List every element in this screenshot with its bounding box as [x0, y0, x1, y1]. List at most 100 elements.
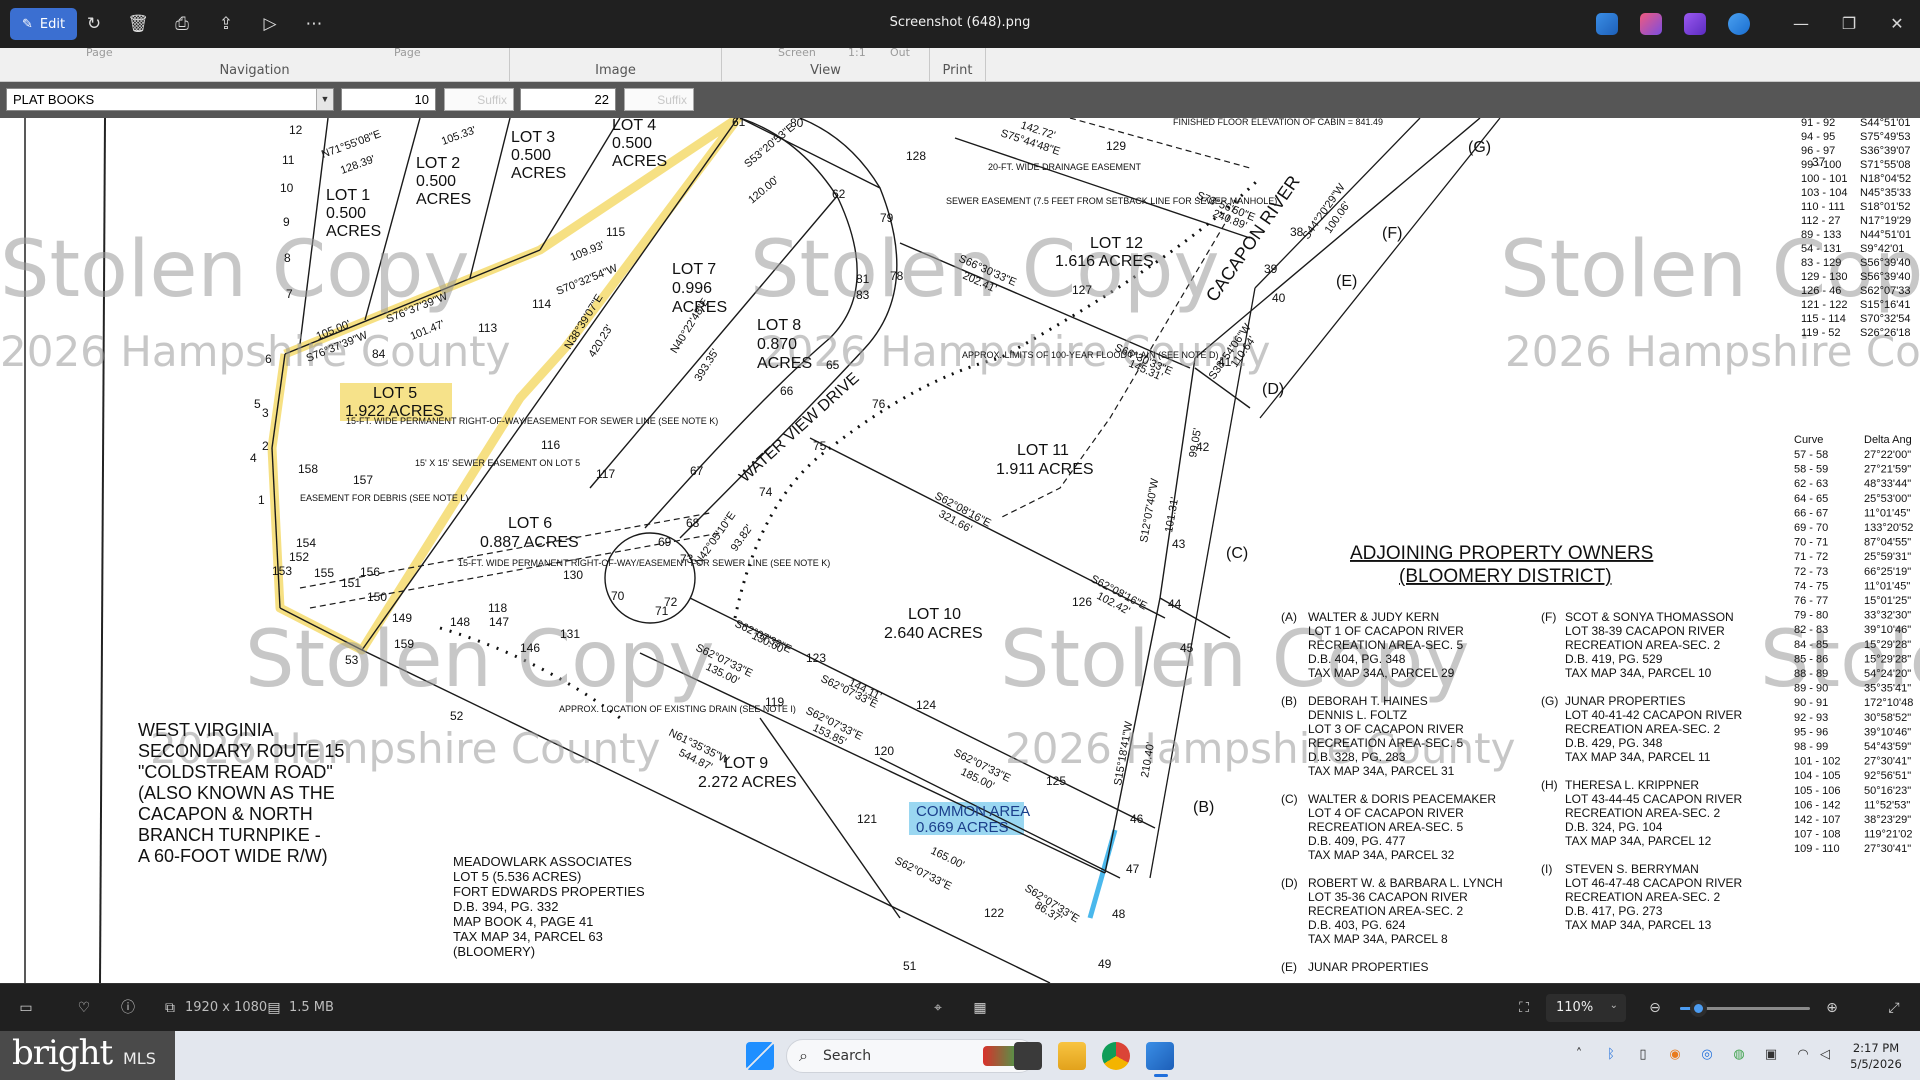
onedrive-icon[interactable] [1728, 13, 1750, 35]
display-tray-icon[interactable]: ▣ [1762, 1046, 1780, 1064]
point-number: 83 [856, 288, 870, 302]
zoom-level-select[interactable]: 110% ⌄ [1546, 994, 1626, 1022]
curve-table-cell: 15°29'28" [1864, 639, 1911, 651]
close-icon[interactable]: ✕ [1882, 12, 1912, 36]
curve-table-cell: 85 - 86 [1794, 653, 1828, 665]
owner-line: LOT 43-44-45 CACAPON RIVER [1565, 792, 1743, 806]
favorite-heart-icon[interactable]: ♡ [74, 998, 94, 1018]
owner-line: LOT 38-39 CACAPON RIVER [1565, 624, 1725, 638]
point-number: 72 [664, 595, 678, 609]
line-table-cell: 96 - 97 [1801, 145, 1835, 157]
point-number: 122 [984, 906, 1004, 920]
point-number: 10 [280, 181, 294, 195]
info-icon[interactable]: ⓘ [118, 998, 138, 1018]
photos-taskbar-icon[interactable] [1146, 1042, 1174, 1070]
security-tray-icon[interactable]: ◍ [1730, 1046, 1748, 1064]
wifi-icon[interactable]: ◠ [1794, 1046, 1812, 1064]
app-tray-icon[interactable]: ◉ [1666, 1046, 1684, 1064]
page-number-input[interactable]: 22 [520, 88, 616, 111]
image-viewer[interactable]: Stolen Copy Stolen Copy Stolen Copy Stol… [0, 118, 1920, 983]
point-number: 161 [0, 118, 20, 121]
minimize-icon[interactable]: — [1786, 12, 1816, 36]
file-size: 1.5 MB [289, 1000, 334, 1015]
file-explorer-icon[interactable] [1058, 1042, 1086, 1070]
usb-icon[interactable]: ▯ [1634, 1046, 1652, 1064]
owner-line: LOT 35-36 CACAPON RIVER [1308, 890, 1468, 904]
point-number: 81 [856, 272, 870, 286]
brand-sub: MLS [123, 1049, 156, 1068]
line-table-cell: 126 - 46 [1801, 285, 1841, 297]
bearing-text: 393.35' [692, 347, 721, 384]
curve-table-cell: 11°01'45" [1864, 580, 1910, 592]
taskbar-clock[interactable]: 2:17 PM 5/5/2026 [1836, 1040, 1916, 1072]
point-number: 149 [392, 611, 412, 625]
curve-table-cell: 66°25'19" [1864, 566, 1911, 578]
zoom-slider-thumb[interactable] [1690, 1000, 1708, 1017]
line-table-cell: S71°55'08 [1860, 159, 1911, 171]
taskbar-search[interactable]: ⌕ Search [786, 1039, 1036, 1073]
bluetooth-icon[interactable]: ᛒ [1602, 1046, 1620, 1064]
owner-line: DENNIS L. FOLTZ [1308, 708, 1407, 722]
owner-line: RECREATION AREA-SEC. 2 [1565, 722, 1720, 736]
zoom-in-icon[interactable]: ⊕ [1822, 998, 1842, 1018]
point-number: 116 [541, 438, 560, 452]
sync-tray-icon[interactable]: ◎ [1698, 1046, 1716, 1064]
page-suffix-input[interactable]: Suffix [624, 88, 694, 111]
line-table-cell: S56°39'40 [1860, 271, 1911, 283]
meadowlark-line: FORT EDWARDS PROPERTIES [453, 884, 645, 899]
point-number: 120 [874, 744, 894, 758]
curve-table-cell: 71 - 72 [1794, 551, 1828, 563]
owner-key: (D) [1281, 876, 1298, 890]
line-table-cell: 112 - 27 [1801, 215, 1841, 227]
task-view-icon[interactable] [1014, 1042, 1042, 1070]
clipchamp-icon[interactable] [1640, 13, 1662, 35]
photos-app-icon[interactable] [1596, 13, 1618, 35]
point-number: 124 [916, 698, 936, 712]
book-type-select[interactable]: PLAT BOOKS ▼ [6, 88, 334, 111]
curve-table-cell: 90 - 91 [1794, 697, 1828, 709]
fullscreen-icon[interactable]: ⤢ [1884, 998, 1904, 1018]
photos-app-window: ✎ Edit ↻ 🗑 ⎙ ⇪ ▷ ⋯ Screenshot (648).png … [0, 0, 1920, 1080]
filmstrip-icon[interactable]: ▭ [16, 998, 36, 1018]
lot-unit: ACRES [416, 191, 471, 208]
owner-line: RECREATION AREA-SEC. 2 [1308, 904, 1463, 918]
ribbon-label-image: Image [595, 63, 636, 78]
owner-key: (C) [1281, 792, 1298, 806]
dropdown-arrow-icon[interactable]: ▼ [316, 89, 333, 110]
meadowlark-line: D.B. 394, PG. 332 [453, 899, 559, 914]
volume-icon[interactable]: ◁ [1816, 1046, 1834, 1064]
ribbon-group-print: Print [930, 48, 986, 82]
adjoining-letter: (B) [1193, 799, 1214, 816]
bearing-text: 93.82' [729, 523, 756, 554]
start-windows-icon[interactable] [746, 1042, 774, 1070]
line-table-cell: 129 - 130 [1801, 271, 1847, 283]
book-number-input[interactable]: 10 [341, 88, 436, 111]
lot-label: LOT 8 [757, 317, 801, 334]
line-table-cell: 83 - 129 [1801, 257, 1841, 269]
bearing-text: 109.93' [569, 239, 607, 264]
chrome-icon[interactable] [1102, 1042, 1130, 1070]
zoom-out-icon[interactable]: ⊖ [1645, 998, 1665, 1018]
curve-table-cell: 79 - 80 [1794, 610, 1828, 622]
lot-acres: 2.272 ACRES [698, 774, 797, 791]
visual-search-icon[interactable]: ⌖ [928, 998, 948, 1018]
tray-overflow-icon[interactable]: ˄ [1570, 1046, 1588, 1064]
designer-icon[interactable] [1684, 13, 1706, 35]
route-note-line: "COLDSTREAM ROAD" [138, 762, 333, 782]
point-number: 40 [1272, 291, 1286, 305]
curve-table-cell: 142 - 107 [1794, 814, 1840, 826]
ribbon-cut-text: Page [394, 46, 421, 59]
lot-acres: 2.640 ACRES [884, 625, 983, 642]
route-note-line: BRANCH TURNPIKE - [138, 825, 321, 845]
owner-line: LOT 40-41-42 CACAPON RIVER [1565, 708, 1743, 722]
book-suffix-input[interactable]: Suffix [444, 88, 514, 111]
point-number: 44 [1168, 597, 1182, 611]
zoom-slider[interactable] [1680, 1000, 1810, 1017]
fit-to-window-icon[interactable]: ⛶ [1514, 998, 1534, 1018]
restore-icon[interactable]: ❐ [1834, 12, 1864, 36]
point-number: 2 [262, 439, 269, 453]
note-text: APPROX. LIMITS OF 100-YEAR FLOOD PLAIN (… [962, 350, 1219, 360]
owner-line: TAX MAP 34A, PARCEL 10 [1565, 666, 1712, 680]
point-number: 158 [298, 462, 318, 476]
text-extract-icon[interactable]: ▦ [970, 998, 990, 1018]
